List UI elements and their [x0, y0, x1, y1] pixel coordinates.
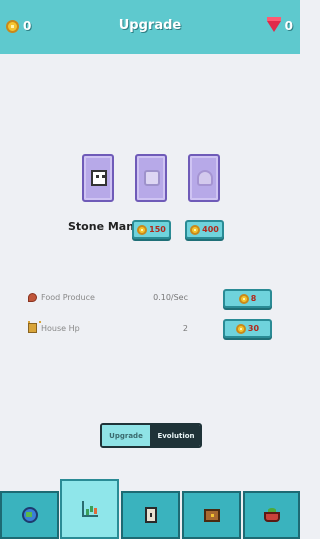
tab-upgrade[interactable]: Upgrade [102, 425, 152, 446]
nav-map-button[interactable] [0, 491, 59, 539]
upgrade-food-button[interactable]: 8 [223, 289, 272, 308]
mode-tabs: Upgrade Evolution [100, 423, 202, 448]
cost-label: 150 [149, 225, 166, 234]
nav-shop-button[interactable] [243, 491, 300, 539]
locked-hero-icon [144, 170, 160, 186]
coin-icon [137, 224, 148, 235]
locked-hero-icon [197, 170, 213, 186]
hero-card-evolution-1[interactable] [135, 154, 167, 202]
coin-icon [235, 323, 246, 334]
cost-label: 8 [250, 294, 257, 303]
chart-icon [81, 501, 98, 517]
gem-balance: 0 [266, 16, 293, 33]
nav-tower-button[interactable] [121, 491, 180, 539]
globe-icon [21, 507, 38, 523]
coin-icon [238, 293, 249, 304]
nav-upgrade-button[interactable] [60, 479, 119, 539]
chest-icon [203, 508, 220, 522]
tower-icon [144, 507, 157, 523]
gem-count: 0 [284, 19, 293, 33]
evolve-cost-button-1[interactable]: 150 [132, 220, 171, 239]
meat-icon [28, 292, 37, 302]
stat-label: Food Produce [41, 292, 95, 302]
hero-name: Stone Man [68, 220, 135, 233]
tab-evolution[interactable]: Evolution [152, 425, 200, 446]
coin-icon [190, 224, 201, 235]
cost-label: 30 [247, 324, 260, 333]
gem-icon [266, 16, 281, 32]
cost-label: 400 [202, 225, 219, 234]
stat-label: House Hp [41, 323, 80, 333]
stone-man-icon [91, 170, 107, 186]
stat-value: 0.10/Sec [153, 292, 188, 302]
hero-card-stone-man[interactable] [82, 154, 114, 202]
top-bar: 0 Upgrade 0 [0, 0, 300, 54]
upgrade-house-hp-button[interactable]: 30 [223, 319, 272, 338]
page-title: Upgrade [118, 18, 182, 33]
stat-row-house-hp: House Hp 2 [28, 321, 198, 335]
nav-chest-button[interactable] [182, 491, 241, 539]
hero-card-evolution-2[interactable] [188, 154, 220, 202]
stat-value: 2 [182, 323, 188, 333]
stat-row-food-produce: Food Produce 0.10/Sec [28, 290, 198, 304]
bottom-nav [0, 479, 300, 539]
evolve-cost-button-2[interactable]: 400 [185, 220, 224, 239]
tower-icon [28, 321, 41, 333]
basket-icon [263, 508, 280, 522]
